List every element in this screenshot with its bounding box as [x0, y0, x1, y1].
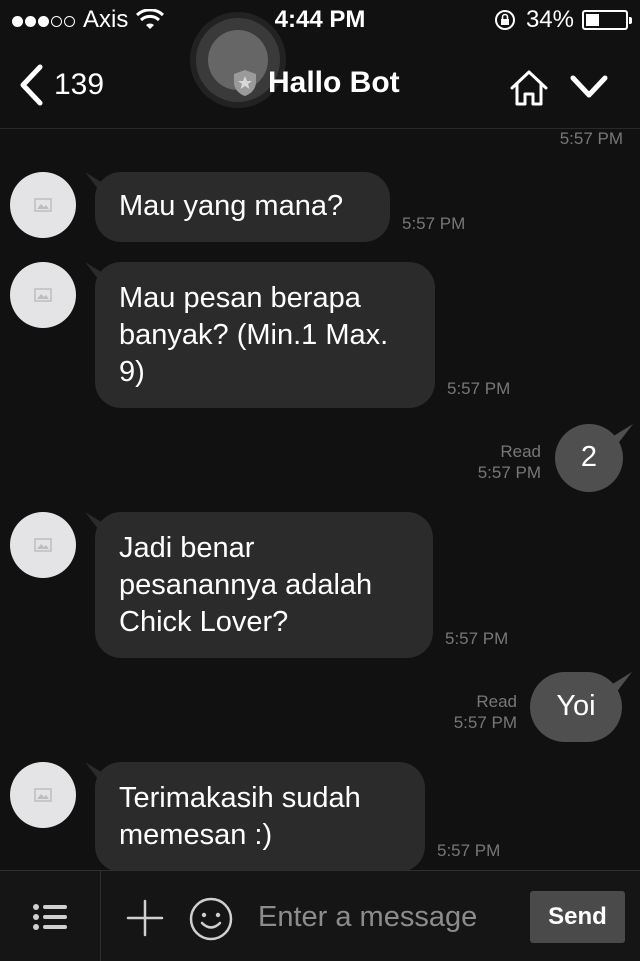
message-time: 5:57 PM [477, 463, 541, 482]
message-input[interactable] [258, 899, 518, 935]
chevron-left-icon [20, 64, 43, 106]
message-time: 5:57 PM [447, 379, 511, 398]
message-list[interactable]: 5:57 PM Mau yang mana? 5:57 PM Mau pesan… [0, 128, 640, 870]
chat-title-group[interactable]: Hallo Bot [232, 66, 400, 100]
status-right: 34% [494, 6, 632, 34]
image-placeholder-icon [34, 538, 52, 552]
menu-button[interactable] [0, 871, 101, 961]
message-text-line: Mau pesan berapa [119, 282, 361, 314]
bubble-tail [607, 424, 633, 450]
message-time: 5:57 PM [402, 214, 466, 233]
message-time: 5:57 PM [559, 129, 623, 148]
message-time: 5:57 PM [453, 713, 517, 732]
message-bubble[interactable]: Jadi benar pesanannya adalah Chick Lover… [85, 512, 433, 658]
message-text-line: 9) [119, 356, 145, 388]
message-text-line: banyak? (Min.1 Max. [119, 319, 389, 351]
message-composer: Send [0, 870, 640, 961]
image-placeholder-icon [34, 288, 52, 302]
message-text-line: Terimakasih sudah [119, 782, 361, 814]
read-receipt: Read [500, 442, 541, 461]
unread-count: 139 [54, 68, 105, 101]
message-bubble[interactable]: Mau pesan berapa banyak? (Min.1 Max. 9) [85, 262, 435, 408]
message-bubble[interactable]: Mau yang mana? [85, 172, 390, 242]
message-bubble[interactable]: Terimakasih sudah memesan :) [85, 762, 425, 870]
home-icon[interactable] [508, 68, 550, 108]
message-text-line: Jadi benar [119, 532, 255, 564]
chat-header: 139 Hallo Bot [0, 18, 640, 129]
message-bubble-outgoing[interactable]: 2 [555, 424, 633, 492]
menu-list-icon [33, 904, 67, 930]
read-receipt: Read [476, 692, 517, 711]
message-time: 5:57 PM [445, 629, 509, 648]
avatar[interactable] [10, 512, 76, 578]
avatar[interactable] [10, 262, 76, 328]
emoji-icon[interactable] [188, 896, 234, 942]
back-button[interactable]: 139 [18, 64, 104, 106]
bubble-tail [85, 172, 111, 198]
battery-fill [586, 14, 599, 26]
rotation-lock-icon [494, 10, 515, 30]
page-title: Hallo Bot [268, 66, 400, 99]
message-text-line: pesanannya adalah [119, 569, 373, 601]
bubble-tail [85, 262, 111, 288]
message-text: Mau yang mana? [119, 190, 344, 222]
avatar[interactable] [10, 172, 76, 238]
image-placeholder-icon [34, 198, 52, 212]
message-text-line: Chick Lover? [119, 606, 289, 638]
chevron-down-icon[interactable] [570, 74, 608, 100]
message-bubble-outgoing[interactable]: Yoi [530, 672, 632, 742]
avatar[interactable] [10, 762, 76, 828]
bubble-tail [85, 762, 111, 788]
status-bar: Axis 4:44 PM 34% [0, 0, 640, 40]
shield-star-icon [234, 70, 256, 96]
battery-percent: 34% [525, 6, 574, 33]
bubble-tail [606, 672, 632, 698]
image-placeholder-icon [34, 788, 52, 802]
message-text-line: memesan :) [119, 819, 273, 851]
battery-icon [582, 10, 632, 30]
bubble-tail [85, 512, 111, 538]
send-button[interactable]: Send [530, 891, 625, 943]
message-time: 5:57 PM [437, 841, 501, 860]
plus-icon[interactable] [126, 899, 164, 937]
